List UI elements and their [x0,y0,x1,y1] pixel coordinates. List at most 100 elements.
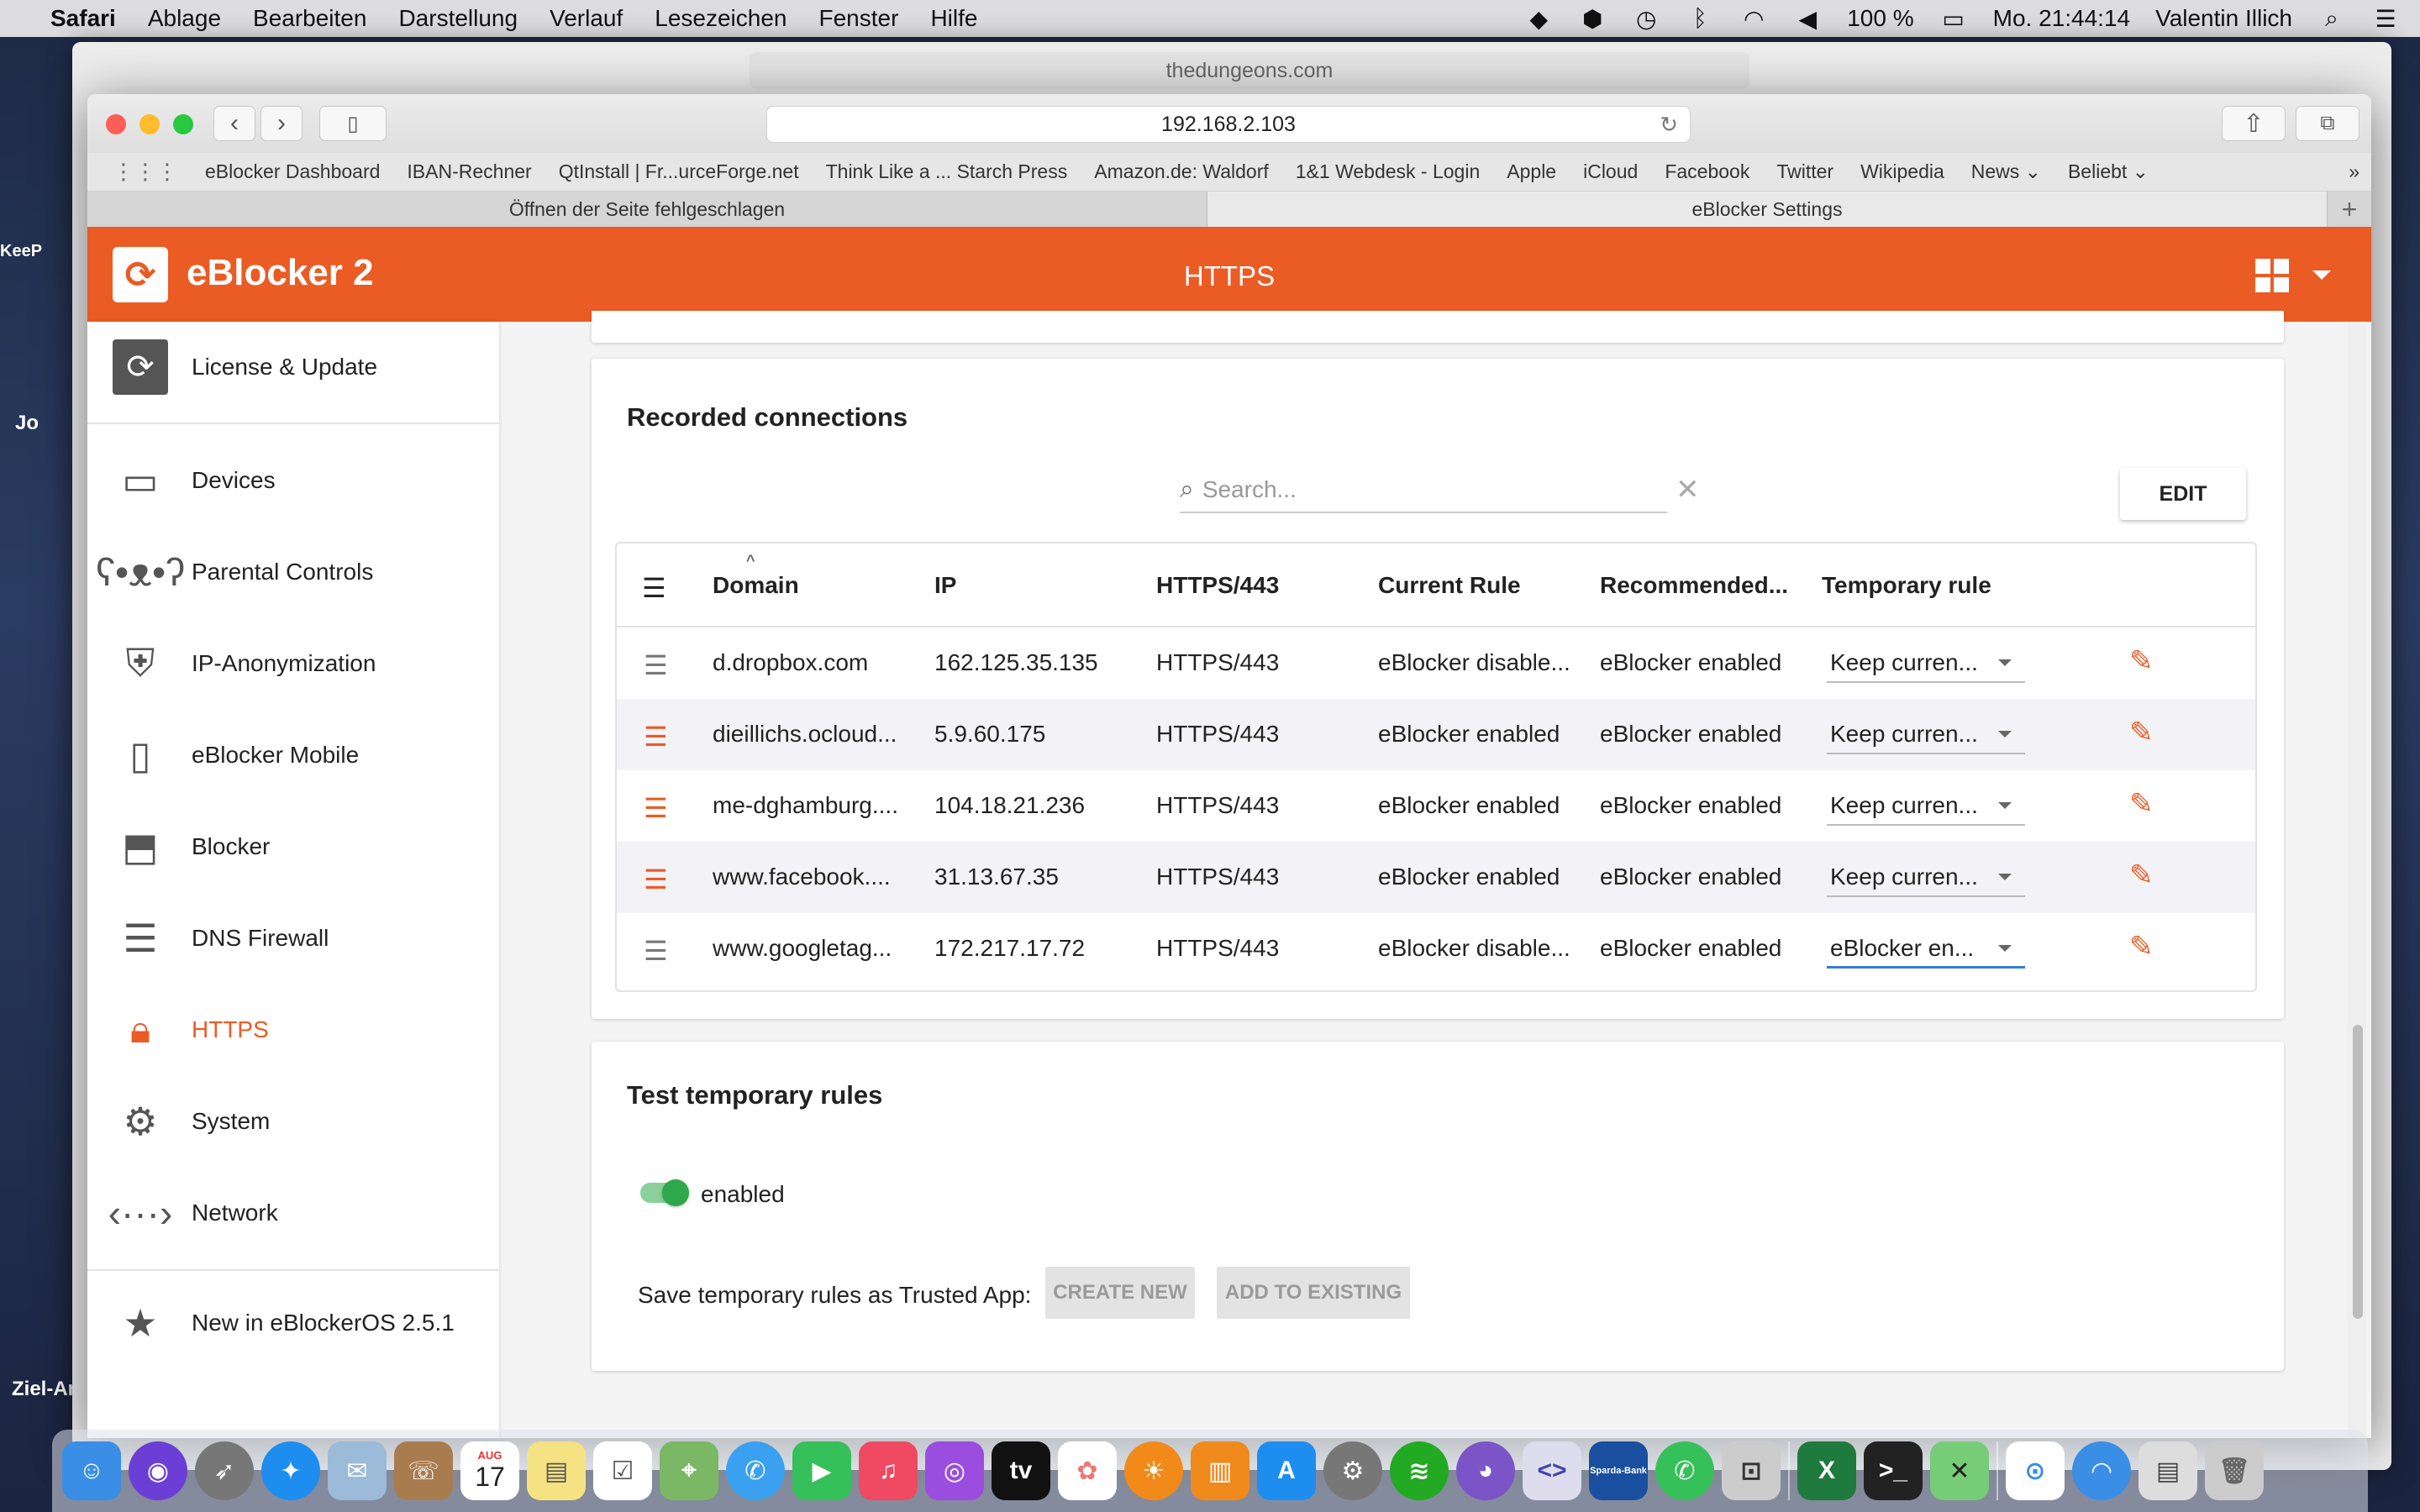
reload-icon[interactable]: ↻ [1660,107,1678,142]
sidebar-toggle-icon[interactable]: ▯ [319,106,387,141]
sidebar-item-https[interactable]: 🔒︎ HTTPS [87,984,499,1075]
podcasts-icon[interactable]: ◎ [925,1441,984,1500]
bookmark[interactable]: Facebook [1665,160,1749,183]
app-store-icon[interactable]: A [1257,1441,1316,1500]
finder-icon[interactable]: ☺ [62,1441,121,1500]
temporary-rule-select[interactable]: Keep curren... [1827,787,2025,826]
siri-icon[interactable]: ◉ [129,1441,187,1500]
clear-search-icon[interactable]: ✕ [1676,473,1700,507]
edit-pencil-icon[interactable]: ✎ [2129,644,2154,678]
bookmark[interactable]: Amazon.de: Waldorf [1094,160,1269,183]
column-header-ip[interactable]: IP [934,572,956,599]
zoom-window-button[interactable] [173,114,193,134]
launchpad-icon[interactable]: ➶ [195,1441,254,1500]
user-name[interactable]: Valentin Illich [2155,5,2292,32]
grid-apps-icon[interactable]: ⋮⋮⋮ [113,159,178,185]
dropbox-icon[interactable]: ◆ [1524,6,1553,32]
folder-icon[interactable]: ▤ [2139,1441,2197,1500]
bookmark[interactable]: IBAN-Rechner [407,160,531,183]
browser-tab[interactable]: Öffnen der Seite fehlgeschlagen [87,192,1207,227]
sidebar-item-whats-new[interactable]: ★ New in eBlockerOS 2.5.1 [87,1278,499,1368]
edit-pencil-icon[interactable]: ✎ [2129,930,2154,963]
row-list-icon[interactable]: ☰ [644,649,668,681]
bluetooth-icon[interactable]: ᛒ [1686,5,1714,31]
temporary-rule-select[interactable]: Keep curren... [1827,858,2025,897]
sidebar-item-eblocker-mobile[interactable]: ▯ eBlocker Mobile [87,710,499,801]
row-list-icon[interactable]: ☰ [644,792,668,824]
edit-pencil-icon[interactable]: ✎ [2129,858,2154,892]
new-tab-button[interactable]: + [2328,192,2371,227]
column-header-temporary-rule[interactable]: Temporary rule [1822,572,1991,599]
more-bookmarks-icon[interactable]: » [2349,160,2360,183]
create-new-button[interactable]: CREATE NEW [1045,1267,1195,1319]
facetime-icon[interactable]: ▶ [792,1441,851,1500]
wifi-icon[interactable]: ◠ [1739,6,1768,32]
menu-item[interactable]: Ablage [148,5,221,32]
sidebar-item-parental-controls[interactable]: ʕ•ᴥ•ʔ Parental Controls [87,527,499,617]
table-row[interactable]: ☰ www.googletag... 172.217.17.72 HTTPS/4… [617,913,2255,984]
sidebar-item-blocker[interactable]: ⬒ Blocker [87,801,499,892]
bookmark-folder[interactable]: News ⌄ [1971,160,2041,183]
bookmark[interactable]: Apple [1507,160,1556,183]
column-header-current-rule[interactable]: Current Rule [1378,572,1521,599]
column-header-port[interactable]: HTTPS/443 [1156,572,1279,599]
edit-pencil-icon[interactable]: ✎ [2129,716,2154,749]
row-list-icon[interactable]: ☰ [644,935,668,967]
menu-item[interactable]: Fenster [819,5,899,32]
edit-pencil-icon[interactable]: ✎ [2129,787,2154,821]
books-icon[interactable]: ▥ [1191,1441,1249,1500]
browser-tab-active[interactable]: eBlocker Settings [1207,192,2328,227]
bookmark[interactable]: eBlocker Dashboard [205,160,380,183]
forward-button[interactable]: › [260,106,302,141]
trash-icon[interactable]: 🗑︎ [2205,1441,2264,1500]
notification-center-icon[interactable]: ☰ [2371,6,2400,32]
address-bar[interactable]: 192.168.2.103 ↻ [766,106,1691,143]
sun-app-icon[interactable]: ☀ [1124,1441,1183,1500]
messages-icon[interactable]: ✆ [726,1441,785,1500]
table-row[interactable]: ☰ dieillichs.ocloud... 5.9.60.175 HTTPS/… [617,699,2255,770]
system-preferences-icon[interactable]: ⚙ [1323,1441,1382,1500]
safari-icon[interactable]: ✦ [261,1441,320,1500]
bookmark[interactable]: 1&1 Webdesk - Login [1296,160,1481,183]
temporary-rule-select[interactable]: Keep curren... [1827,644,2025,683]
terminal-icon[interactable]: >_ [1864,1441,1923,1500]
sidebar-item-system[interactable]: ⚙ System [87,1076,499,1167]
temporary-rule-select[interactable]: eBlocker en... [1827,930,2025,969]
bookmark[interactable]: iCloud [1583,160,1638,183]
bookmark[interactable]: Twitter [1776,160,1833,183]
sidebar-item-ip-anonymization[interactable]: ⛨ IP-Anonymization [87,618,499,709]
table-row[interactable]: ☰ me-dghamburg.... 104.18.21.236 HTTPS/4… [617,770,2255,842]
table-row[interactable]: ☰ www.facebook.... 31.13.67.35 HTTPS/443… [617,842,2255,913]
photos-icon[interactable]: ✿ [1058,1441,1117,1500]
green-app-icon[interactable]: ≋ [1390,1441,1449,1500]
share-icon[interactable]: ⇧ [2222,106,2286,141]
dashboard-icon[interactable] [2255,259,2289,292]
add-to-existing-button[interactable]: ADD TO EXISTING [1217,1267,1410,1319]
sync-icon[interactable]: ⬢ [1578,6,1607,32]
document-icon[interactable]: ⊙ [2006,1441,2065,1500]
edit-button[interactable]: EDIT [2120,468,2246,520]
maps-icon[interactable]: ⌖ [660,1441,718,1500]
volume-icon[interactable]: ◀ [1793,6,1822,32]
back-button[interactable]: ‹ [213,106,255,141]
github-icon[interactable]: ◕ [1456,1441,1515,1500]
menu-item[interactable]: Verlauf [550,5,623,32]
whatsapp-icon[interactable]: ✆ [1655,1441,1714,1500]
reminders-icon[interactable]: ☑ [593,1441,652,1500]
scrollbar-thumb[interactable] [2353,1025,2363,1319]
bookmark-folder[interactable]: Beliebt ⌄ [2068,160,2149,183]
spotlight-icon[interactable]: ⌕ [2317,5,2346,31]
bookmark[interactable]: QtInstall | Fr...urceForge.net [559,160,799,183]
sidebar-item-dns-firewall[interactable]: ☰ DNS Firewall [87,893,499,984]
clock[interactable]: Mo. 21:44:14 [1993,5,2130,32]
sidebar-item-devices[interactable]: ▭ Devices [87,435,499,526]
menu-item[interactable]: Lesezeichen [655,5,786,32]
minimize-window-button[interactable] [139,114,160,134]
mail-icon[interactable]: ✉ [328,1441,387,1500]
column-header-recommended[interactable]: Recommended... [1600,572,1788,599]
menu-item[interactable]: Hilfe [930,5,977,32]
code-editor-icon[interactable]: <> [1523,1441,1581,1500]
menu-item[interactable]: Bearbeiten [253,5,366,32]
close-window-button[interactable] [106,114,126,134]
table-row[interactable]: ☰ d.dropbox.com 162.125.35.135 HTTPS/443… [617,627,2255,699]
